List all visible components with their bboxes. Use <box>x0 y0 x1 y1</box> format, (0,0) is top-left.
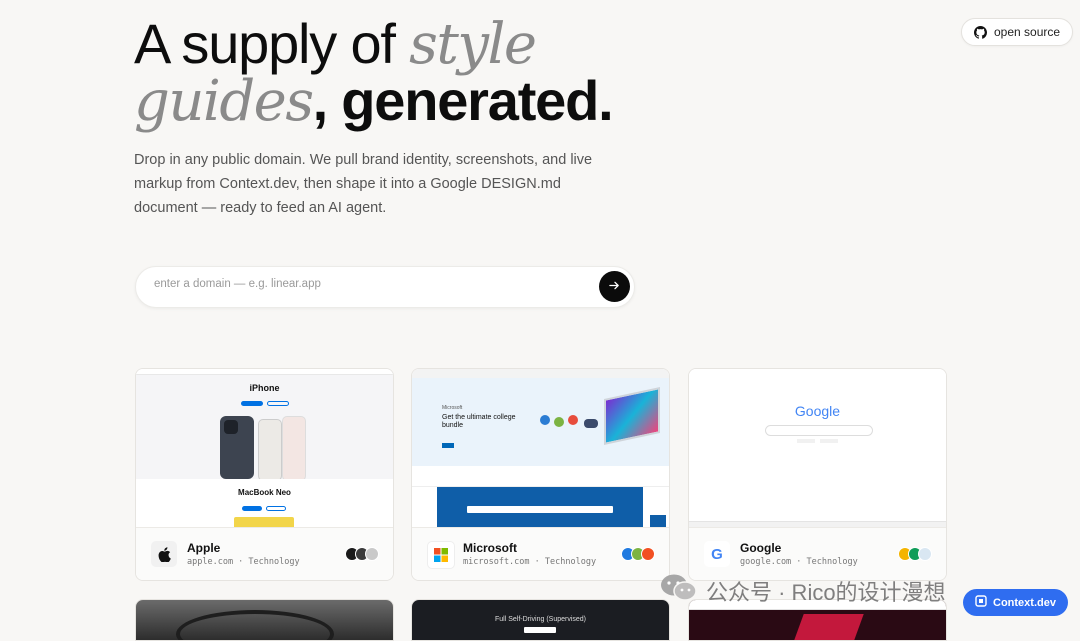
brand-card-google[interactable]: Google G Google google.com · Technology <box>688 368 947 581</box>
watermark: 公众号 · Rico的设计漫想 <box>660 574 946 608</box>
microsoft-logo-icon <box>427 541 455 569</box>
apple-card-meta: Apple apple.com · Technology <box>136 527 393 580</box>
hero-title-line1: A supply of style <box>134 12 537 77</box>
microsoft-thumb-brand: Microsoft <box>442 405 463 411</box>
google-thumb-brand: Google <box>794 403 841 419</box>
context-dev-label: Context.dev <box>993 596 1056 609</box>
context-dev-badge[interactable]: Context.dev <box>963 589 1068 616</box>
apple-thumb-subheading: MacBook Neo <box>238 488 291 497</box>
brand-domain-line: google.com · Technology <box>740 557 858 567</box>
hero-title-line2: guides, generated. <box>134 69 614 134</box>
swatch <box>641 547 655 561</box>
brand-card-apple[interactable]: iPhone MacBook Neo Apple apple.com · Tec… <box>135 368 394 581</box>
google-screenshot: Google <box>689 369 946 527</box>
row2-card-caption: Full Self-Driving (Supervised) <box>494 616 587 623</box>
brand-domain-line: microsoft.com · Technology <box>463 557 597 567</box>
context-dev-icon <box>975 595 987 610</box>
hero: A supply of style guides, generated. <box>134 16 614 134</box>
hero-title: A supply of style guides, generated. <box>134 16 614 134</box>
brand-name: Microsoft <box>463 541 517 555</box>
apple-thumb-heading: iPhone <box>249 383 280 393</box>
github-icon <box>974 25 987 39</box>
swatch <box>365 547 379 561</box>
open-source-label: open source <box>994 25 1061 39</box>
brand-card-row2-2[interactable]: Full Self-Driving (Supervised) <box>411 599 670 641</box>
color-swatches <box>898 547 932 561</box>
microsoft-thumb-heading: Get the ultimate college bundle <box>442 414 516 429</box>
wechat-icon <box>660 573 698 609</box>
apple-logo-icon <box>151 541 177 567</box>
brand-domain-line: apple.com · Technology <box>187 557 300 567</box>
color-swatches <box>621 547 655 561</box>
microsoft-card-meta: Microsoft microsoft.com · Technology <box>412 527 669 580</box>
brand-card-row2-1[interactable] <box>135 599 394 641</box>
open-source-button[interactable]: open source <box>961 18 1074 46</box>
watermark-text: 公众号 · Rico的设计漫想 <box>706 580 946 605</box>
brand-name: Google <box>740 541 782 555</box>
microsoft-screenshot: Microsoft Get the ultimate college bundl… <box>412 369 669 527</box>
swatch <box>918 547 932 561</box>
hero-subtitle: Drop in any public domain. We pull brand… <box>134 152 593 216</box>
apple-screenshot: iPhone MacBook Neo <box>136 369 393 527</box>
brand-card-microsoft[interactable]: Microsoft Get the ultimate college bundl… <box>411 368 670 581</box>
domain-input[interactable] <box>152 277 576 291</box>
arrow-right-icon <box>609 278 620 296</box>
google-card-meta: G Google google.com · Technology <box>689 527 946 580</box>
brand-name: Apple <box>187 541 221 555</box>
color-swatches <box>345 547 379 561</box>
submit-button[interactable] <box>599 271 630 302</box>
google-logo-icon: G <box>704 541 730 567</box>
domain-search-bar <box>135 266 635 308</box>
